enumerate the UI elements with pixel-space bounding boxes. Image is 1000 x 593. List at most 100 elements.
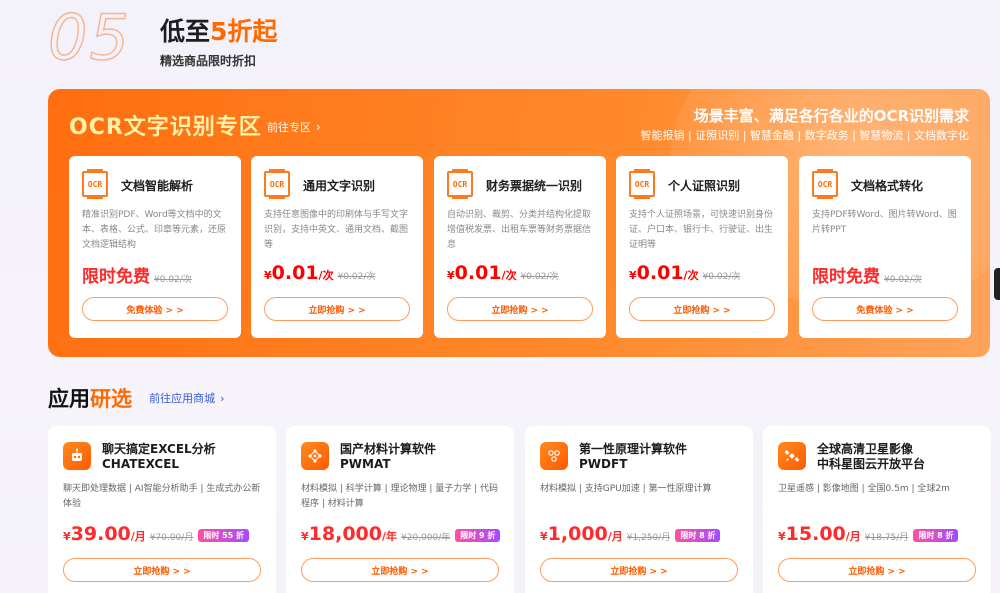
chevron-right-icon: › (316, 120, 321, 134)
currency-symbol: ¥ (264, 269, 272, 282)
product-description: 支持个人证照场景，可快速识别身份证、户口本、银行卡、行驶证、出生证明等 (629, 210, 774, 250)
app-price: ¥1,000/月 ¥1,250/月 限时 8 折 (540, 523, 721, 545)
price-value: 39.00 (70, 523, 131, 545)
app-name: 第一性原理计算软件 PWDFT (579, 442, 687, 472)
app-name-line2: PWDFT (579, 457, 628, 471)
original-price: ¥0.02/次 (702, 272, 741, 282)
app-product-card[interactable]: 聊天搞定EXCEL分析 CHATEXCEL 聊天即处理数据 | AI智能分析助手 … (48, 426, 276, 593)
atom-cluster-icon (540, 442, 568, 470)
currency-symbol: ¥ (778, 530, 786, 543)
app-name-line2: 中科星图云开放平台 (817, 457, 926, 471)
original-price: ¥0.02/次 (337, 272, 376, 282)
app-title-highlight: 研选 (90, 387, 132, 411)
ocr-icon: OCR (629, 169, 655, 199)
section-title: 低至5折起 (160, 12, 277, 48)
price-unit: /次 (318, 269, 334, 282)
go-to-app-store-label: 前往应用商城 (149, 392, 216, 405)
ocr-product-card[interactable]: OCR 财务票据统一识别 自动识别、裁剪、分类并结构化提取增值税发票、出租车票等… (434, 156, 606, 338)
app-title-prefix: 应用 (48, 387, 90, 411)
buy-now-button[interactable]: 立即抢购 > > (264, 297, 410, 321)
price-unit: /月 (845, 530, 861, 543)
go-to-zone-label: 前往专区 (267, 121, 311, 134)
ocr-product-card[interactable]: OCR 文档智能解析 精准识别PDF、Word等文档中的文本、表格、公式、印章等… (69, 156, 241, 338)
app-description: 材料模拟 | 支持GPU加速 | 第一性原理计算 (540, 484, 712, 494)
product-price: ¥0.01/次 ¥0.02/次 (447, 262, 558, 284)
price-unit: /月 (607, 530, 623, 543)
ocr-icon: OCR (264, 169, 290, 199)
free-trial-button[interactable]: 免费体验 > > (812, 297, 958, 321)
ocr-product-card[interactable]: OCR 通用文字识别 支持任意图像中的印刷体与手写文字识别，支持中英文、通用文档… (251, 156, 423, 338)
molecule-icon (301, 442, 329, 470)
go-to-zone-link[interactable]: 前往专区 › (267, 119, 321, 135)
price-value: 18,000 (308, 523, 382, 545)
ocr-zone-title: OCR文字识别专区 (69, 115, 262, 140)
ocr-scenario-tags: 智能报销 | 证照识别 | 智慧金融 | 数字政务 | 智慧物流 | 文档数字化 (640, 129, 970, 142)
original-price: ¥20,000/年 (401, 533, 451, 543)
original-price: ¥0.02/次 (154, 275, 192, 285)
app-product-card[interactable]: 第一性原理计算软件 PWDFT 材料模拟 | 支持GPU加速 | 第一性原理计算 … (525, 426, 753, 593)
price-value: 0.01 (636, 262, 684, 284)
app-price: ¥39.00/月 ¥70.00/月 限时 55 折 (63, 523, 250, 545)
buy-now-button[interactable]: 立即抢购 > > (447, 297, 593, 321)
discount-badge: 限时 9 折 (455, 529, 501, 542)
buy-now-button[interactable]: 立即抢购 > > (778, 558, 976, 582)
section-header: 05 低至5折起 精选商品限时折扣 (47, 1, 448, 74)
section-number: 05 (47, 1, 131, 74)
chevron-right-icon: › (220, 392, 225, 405)
app-name-line1: 国产材料计算软件 (340, 442, 437, 456)
product-name: 通用文字识别 (303, 179, 376, 193)
price-unit: /年 (381, 530, 398, 543)
buy-now-button[interactable]: 立即抢购 > > (540, 558, 738, 582)
ocr-icon: OCR (812, 169, 838, 199)
buy-now-button[interactable]: 立即抢购 > > (63, 558, 261, 582)
buy-now-button[interactable]: 立即抢购 > > (629, 297, 775, 321)
ocr-zone-panel: OCR文字识别专区 前往专区 › 场景丰富、满足各行各业的OCR识别需求 智能报销… (48, 89, 990, 357)
robot-icon (63, 442, 91, 470)
app-description: 卫星遥感 | 影像地图 | 全国0.5m | 全球2m (778, 484, 950, 494)
currency-symbol: ¥ (540, 530, 548, 543)
app-price: ¥15.00/月 ¥18.75/月 限时 8 折 (778, 523, 959, 545)
side-scroll-tab[interactable] (994, 268, 1000, 300)
ocr-product-list: OCR 文档智能解析 精准识别PDF、Word等文档中的文本、表格、公式、印章等… (69, 156, 971, 338)
price-value: 0.01 (271, 262, 319, 284)
buy-now-button[interactable]: 立即抢购 > > (301, 558, 499, 582)
app-description: 聊天即处理数据 | AI智能分析助手 | 生成式办公新体验 (63, 484, 261, 509)
currency-symbol: ¥ (301, 530, 309, 543)
free-trial-button[interactable]: 免费体验 > > (82, 297, 228, 321)
product-name: 财务票据统一识别 (486, 179, 583, 193)
app-section-title: 应用研选 (48, 383, 132, 413)
product-name: 文档智能解析 (121, 179, 194, 193)
product-description: 支持PDF转Word、图片转Word、图片转PPT (812, 210, 957, 235)
ocr-product-card[interactable]: OCR 文档格式转化 支持PDF转Word、图片转Word、图片转PPT 限时免… (799, 156, 971, 338)
app-product-card[interactable]: 国产材料计算软件 PWMAT 材料模拟 | 科学计算 | 理论物理 | 量子力学 … (286, 426, 514, 593)
app-name: 国产材料计算软件 PWMAT (340, 442, 436, 472)
original-price: ¥1,250/月 (626, 533, 671, 543)
product-price: 限时免费 ¥0.02/次 (82, 262, 192, 287)
app-name: 聊天搞定EXCEL分析 CHATEXCEL (102, 442, 216, 472)
product-name: 文档格式转化 (851, 179, 924, 193)
price-unit: /次 (683, 269, 699, 282)
currency-symbol: ¥ (447, 269, 455, 282)
currency-symbol: ¥ (629, 269, 637, 282)
product-name: 个人证照识别 (668, 179, 741, 193)
section-title-highlight: 5折起 (210, 17, 278, 46)
section-subtitle: 精选商品限时折扣 (160, 54, 257, 68)
ocr-icon: OCR (82, 169, 108, 199)
price-unit: /月 (130, 530, 146, 543)
app-name: 全球高清卫星影像 中科星图云开放平台 (817, 442, 925, 472)
product-description: 精准识别PDF、Word等文档中的文本、表格、公式、印章等元素，还原文档逻辑结构 (82, 210, 227, 250)
ocr-icon: OCR (447, 169, 473, 199)
original-price: ¥0.02/次 (884, 275, 922, 285)
go-to-app-store-link[interactable]: 前往应用商城 › (149, 390, 224, 406)
free-label: 限时免费 (82, 267, 150, 287)
price-unit: /次 (501, 269, 517, 282)
app-name-line2: PWMAT (340, 457, 391, 471)
ocr-slogan: 场景丰富、满足各行各业的OCR识别需求 (693, 107, 969, 125)
ocr-product-card[interactable]: OCR 个人证照识别 支持个人证照场景，可快速识别身份证、户口本、银行卡、行驶证… (616, 156, 788, 338)
discount-badge: 限时 8 折 (913, 529, 959, 542)
app-name-line1: 第一性原理计算软件 (579, 442, 688, 456)
product-price: 限时免费 ¥0.02/次 (812, 262, 922, 287)
currency-symbol: ¥ (63, 530, 71, 543)
price-value: 1,000 (547, 523, 608, 545)
app-product-card[interactable]: 全球高清卫星影像 中科星图云开放平台 卫星遥感 | 影像地图 | 全国0.5m |… (763, 426, 991, 593)
